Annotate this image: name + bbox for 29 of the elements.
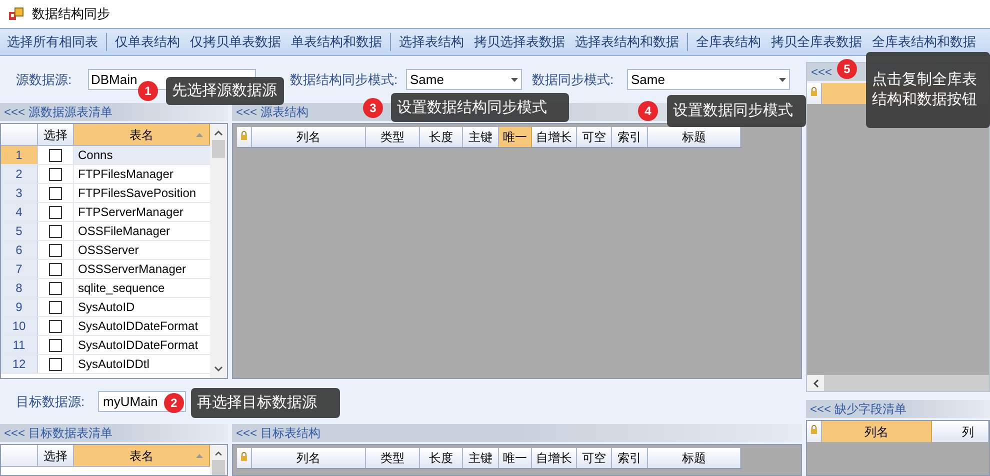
table-cell-text: OSSFileManager <box>77 223 172 240</box>
panel-header: <<< 缺少字段清单 <box>806 400 990 418</box>
table-cell: Conns <box>74 146 210 164</box>
table-cell-text: SysAutoID <box>77 299 136 316</box>
hint-tooltip: 再选择目标数据源 <box>191 388 340 418</box>
table-cell-text: SysAutoIDDateFormat <box>77 318 200 335</box>
panel-header: <<< 目标数据表清单 <box>0 424 228 442</box>
table-cell-text: SysAutoIDDtl <box>77 356 150 373</box>
table-cell-text: SysAutoIDDateFormat <box>77 337 200 354</box>
hint-tooltip: 点击复制全库表结构和数据按钮 <box>866 52 990 128</box>
panel-header: <<< 目标表结构 <box>232 424 802 442</box>
table-cell-text: FTPServerManager <box>77 204 184 221</box>
field-label: 数据结构同步模式: <box>290 70 399 89</box>
panel-header: <<< 源数据源表清单 <box>0 103 228 121</box>
hint-tooltip: 先选择源数据源 <box>166 77 284 105</box>
table-cell-text: sqlite_sequence <box>77 280 166 297</box>
step-number-tooltip: 3 <box>363 98 383 118</box>
step-number-tooltip: 5 <box>837 59 857 79</box>
table-cell-text: OSSServer <box>77 242 140 259</box>
step-number-tooltip: 1 <box>138 81 158 101</box>
hint-tooltip: 设置数据同步模式 <box>667 95 806 127</box>
table-cell-text: FTPFilesManager <box>77 166 174 183</box>
table-cell-text: OSSServerManager <box>77 261 188 278</box>
field-label: 目标数据源: <box>16 392 86 411</box>
hint-tooltip: 设置数据结构同步模式 <box>391 93 569 122</box>
field-label: 源数据源: <box>16 70 73 89</box>
table-cell-text: FTPFilesSavePosition <box>77 185 198 202</box>
window-title: 数据结构同步 <box>32 5 110 24</box>
field-label: 数据同步模式: <box>532 70 615 89</box>
